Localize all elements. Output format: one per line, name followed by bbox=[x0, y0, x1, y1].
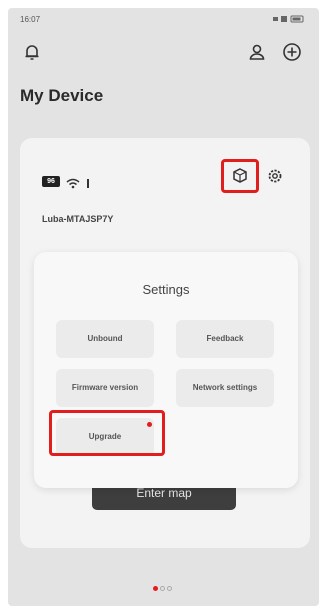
page-dot[interactable] bbox=[160, 586, 165, 591]
status-time: 16:07 bbox=[20, 15, 41, 24]
gear-icon[interactable] bbox=[267, 168, 283, 189]
highlight-box-upgrade bbox=[49, 410, 165, 456]
feedback-button[interactable]: Feedback bbox=[176, 320, 274, 358]
bluetooth-icon bbox=[84, 176, 92, 194]
page-title: My Device bbox=[20, 86, 104, 105]
page-dot[interactable] bbox=[167, 586, 172, 591]
bell-icon[interactable] bbox=[22, 42, 42, 62]
device-settings-icon[interactable] bbox=[231, 167, 249, 190]
add-icon[interactable] bbox=[282, 42, 302, 62]
settings-title: Settings bbox=[142, 282, 190, 297]
status-bar: 16:07 bbox=[8, 8, 319, 28]
app-screen: 16:07 My Device 96 Luba-MTAJSP7Y Enter m… bbox=[8, 8, 319, 606]
battery-badge: 96 bbox=[42, 176, 60, 187]
network-settings-button[interactable]: Network settings bbox=[176, 369, 274, 407]
user-icon[interactable] bbox=[247, 42, 267, 62]
page-dot-active bbox=[153, 586, 158, 591]
wifi-icon bbox=[66, 176, 80, 194]
device-name: Luba-MTAJSP7Y bbox=[42, 214, 114, 224]
unbound-button[interactable]: Unbound bbox=[56, 320, 154, 358]
status-icons bbox=[273, 15, 307, 25]
firmware-version-button[interactable]: Firmware version bbox=[56, 369, 154, 407]
